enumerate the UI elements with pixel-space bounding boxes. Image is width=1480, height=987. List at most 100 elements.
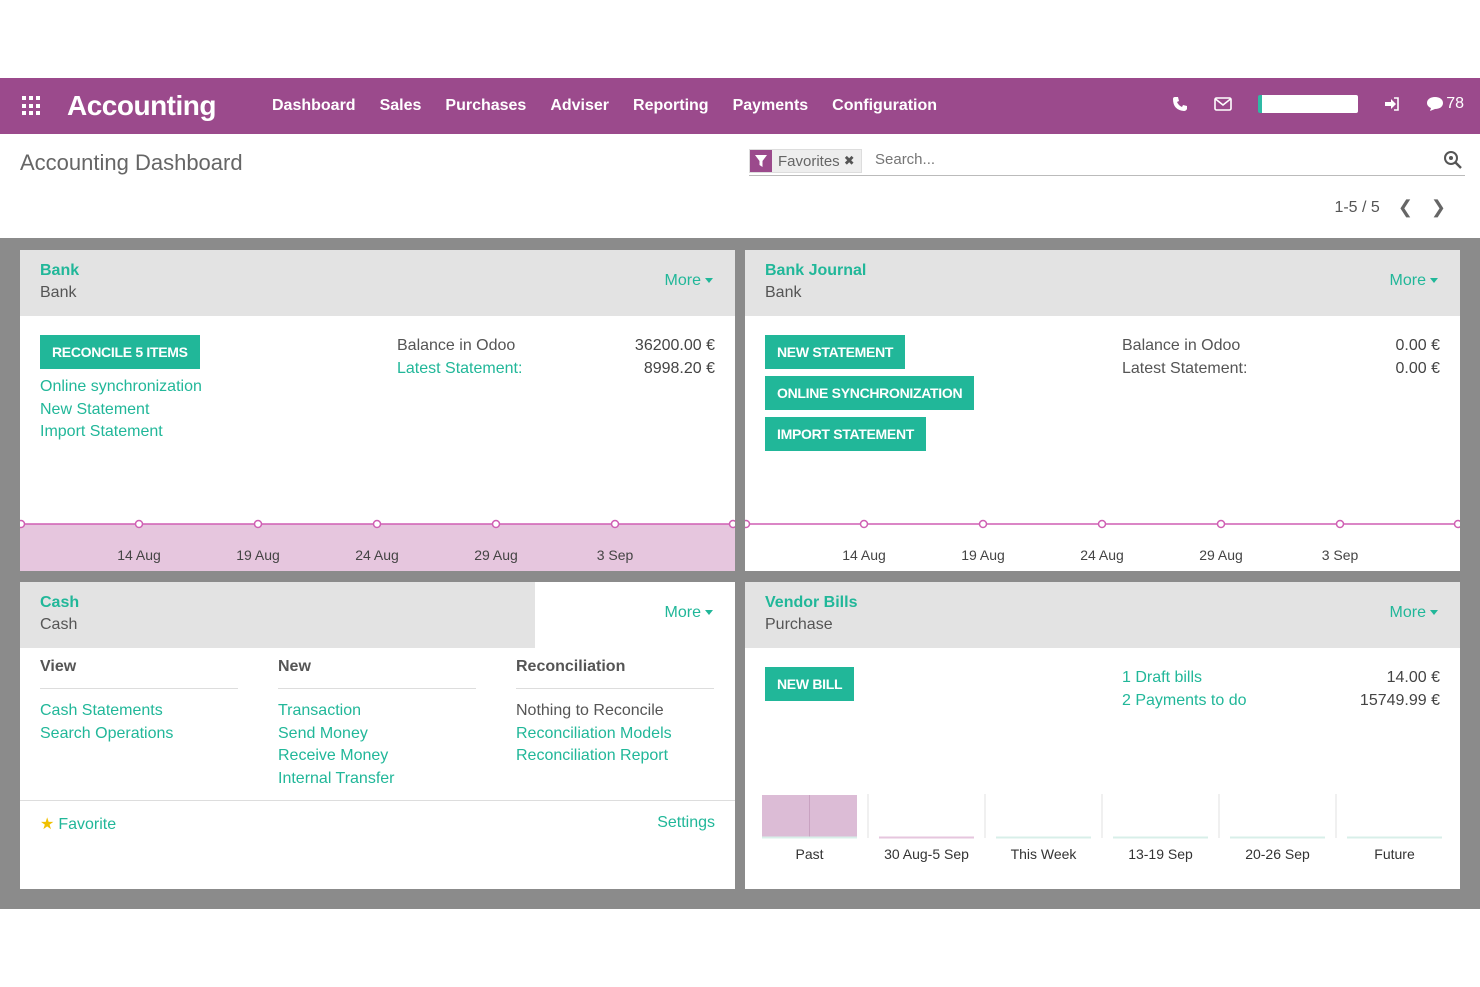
menu-item-purchases[interactable]: Purchases xyxy=(445,97,526,115)
graph-point xyxy=(1335,519,1345,529)
apps-menu-icon[interactable] xyxy=(22,96,42,116)
mail-icon[interactable] xyxy=(1214,97,1233,111)
search-facet: Favorites ✖ xyxy=(749,149,862,173)
more-dropdown[interactable]: More xyxy=(1390,604,1438,622)
card-title[interactable]: Bank xyxy=(40,262,79,280)
latest-statement-value: 8998.20 € xyxy=(643,360,715,377)
card-title[interactable]: Bank Journal xyxy=(765,262,866,280)
draft-bills-value: 14.00 € xyxy=(1386,669,1440,686)
search-operations-link[interactable]: Search Operations xyxy=(40,725,173,743)
receive-money-link[interactable]: Receive Money xyxy=(278,747,388,765)
more-dropdown[interactable]: More xyxy=(1390,272,1438,290)
payments-to-do-link[interactable]: 2 Payments to do xyxy=(1122,692,1247,710)
send-money-link[interactable]: Send Money xyxy=(278,725,368,743)
reconciliation-report-link[interactable]: Reconciliation Report xyxy=(516,747,668,765)
graph-point xyxy=(610,519,620,529)
column-header-new: New xyxy=(278,658,476,689)
column-header-view: View xyxy=(40,658,238,689)
pager-next-icon[interactable]: ❯ xyxy=(1431,197,1446,218)
search-icon[interactable] xyxy=(1443,150,1463,170)
card-title[interactable]: Cash xyxy=(40,594,79,612)
phone-icon[interactable] xyxy=(1172,96,1188,112)
column-header-reconciliation: Reconciliation xyxy=(516,658,714,689)
graph-point xyxy=(859,519,869,529)
new-statement-button[interactable]: New Statement xyxy=(765,335,906,369)
cash-statements-link[interactable]: Cash Statements xyxy=(40,702,163,720)
transaction-link[interactable]: Transaction xyxy=(278,702,361,720)
top-navbar: Accounting Dashboard Sales Purchases Adv… xyxy=(0,78,1480,134)
card-subtitle: Cash xyxy=(40,616,78,633)
menu-item-adviser[interactable]: Adviser xyxy=(550,97,609,115)
x-tick-label: 24 Aug xyxy=(355,547,399,563)
new-statement-link[interactable]: New Statement xyxy=(40,401,149,419)
more-dropdown[interactable]: More xyxy=(665,604,713,622)
latest-statement-link[interactable]: Latest Statement: xyxy=(397,360,522,378)
nothing-to-reconcile-text: Nothing to Reconcile xyxy=(516,702,664,719)
reconcile-button[interactable]: Reconcile 5 Items xyxy=(40,335,200,369)
graph-point xyxy=(728,519,735,529)
more-dropdown[interactable]: More xyxy=(665,272,713,290)
favorite-toggle[interactable]: ★ Favorite xyxy=(40,814,116,834)
x-tick-label: 29 Aug xyxy=(1199,547,1243,563)
messaging-menu[interactable]: 78 xyxy=(1426,95,1464,113)
favorite-label: Favorite xyxy=(58,816,117,833)
card-header: Bank Bank More xyxy=(20,250,735,316)
card-subtitle: Bank xyxy=(40,284,77,301)
latest-statement-value: 0.00 € xyxy=(1395,360,1440,377)
sign-in-icon[interactable] xyxy=(1384,96,1400,112)
x-tick-label: Past xyxy=(795,846,823,862)
journal-card-bank: Bank Bank More Reconcile 5 Items Online … xyxy=(20,250,735,571)
menu-item-sales[interactable]: Sales xyxy=(380,97,422,115)
import-statement-link[interactable]: Import Statement xyxy=(40,423,163,441)
message-count: 78 xyxy=(1446,95,1464,112)
pager-previous-icon[interactable]: ❮ xyxy=(1398,197,1413,218)
x-tick-label: 29 Aug xyxy=(474,547,518,563)
x-tick-label: 13-19 Sep xyxy=(1128,846,1193,862)
page-title: Accounting Dashboard xyxy=(20,150,243,175)
app-title: Accounting xyxy=(67,90,217,121)
draft-bills-link[interactable]: 1 Draft bills xyxy=(1122,669,1202,687)
card-title[interactable]: Vendor Bills xyxy=(765,594,857,612)
menu-item-reporting[interactable]: Reporting xyxy=(633,97,709,115)
card-header: Vendor Bills Purchase More xyxy=(745,582,1460,648)
reconciliation-models-link[interactable]: Reconciliation Models xyxy=(516,725,672,743)
menu-item-dashboard[interactable]: Dashboard xyxy=(272,97,356,115)
x-tick-label: 14 Aug xyxy=(117,547,161,563)
chat-bubble-icon xyxy=(1427,97,1444,111)
journal-card-vendor-bills: Vendor Bills Purchase More New Bill 1 Dr… xyxy=(745,582,1460,889)
card-subtitle: Purchase xyxy=(765,616,833,633)
user-menu[interactable] xyxy=(1258,95,1359,113)
menu-item-configuration[interactable]: Configuration xyxy=(832,97,937,115)
payments-to-do-value: 15749.99 € xyxy=(1359,692,1440,709)
balance-label: Balance in Odoo xyxy=(1122,337,1241,354)
card-subtitle: Bank xyxy=(765,284,802,301)
remove-facet-icon[interactable]: ✖ xyxy=(844,153,861,169)
x-tick-label: This Week xyxy=(1011,846,1078,862)
star-icon: ★ xyxy=(40,816,55,833)
graph-point xyxy=(134,519,144,529)
x-tick-label: Future xyxy=(1374,846,1415,862)
control-panel: Accounting Dashboard Favorites ✖ 1-5 / 5… xyxy=(0,134,1480,238)
bank-balance-graph: 14 Aug 19 Aug 24 Aug 29 Aug 3 Sep xyxy=(20,519,735,571)
pager: 1-5 / 5 ❮ ❯ xyxy=(1334,197,1446,218)
dashboard-kanban: Bank Bank More Reconcile 5 Items Online … xyxy=(0,238,1480,909)
systray: 78 xyxy=(1172,95,1464,113)
new-bill-button[interactable]: New Bill xyxy=(765,667,855,701)
card-header: Bank Journal Bank More xyxy=(745,250,1460,316)
x-tick-label: 19 Aug xyxy=(236,547,280,563)
journal-card-bank-journal: Bank Journal Bank More New Statement Onl… xyxy=(745,250,1460,571)
import-statement-button[interactable]: Import Statement xyxy=(765,417,927,451)
balance-value: 36200.00 € xyxy=(634,337,715,354)
settings-link[interactable]: Settings xyxy=(657,814,715,832)
main-menu: Dashboard Sales Purchases Adviser Report… xyxy=(272,97,937,115)
online-sync-button[interactable]: Online Synchronization xyxy=(765,376,975,410)
graph-point xyxy=(20,519,26,529)
internal-transfer-link[interactable]: Internal Transfer xyxy=(278,770,395,788)
menu-item-payments[interactable]: Payments xyxy=(733,97,809,115)
online-sync-link[interactable]: Online synchronization xyxy=(40,378,202,396)
x-tick-label: 3 Sep xyxy=(1322,547,1359,563)
search-input[interactable] xyxy=(875,151,1425,168)
balance-value: 0.00 € xyxy=(1395,337,1440,354)
x-tick-label: 24 Aug xyxy=(1080,547,1124,563)
pager-value[interactable]: 1-5 / 5 xyxy=(1334,199,1379,217)
